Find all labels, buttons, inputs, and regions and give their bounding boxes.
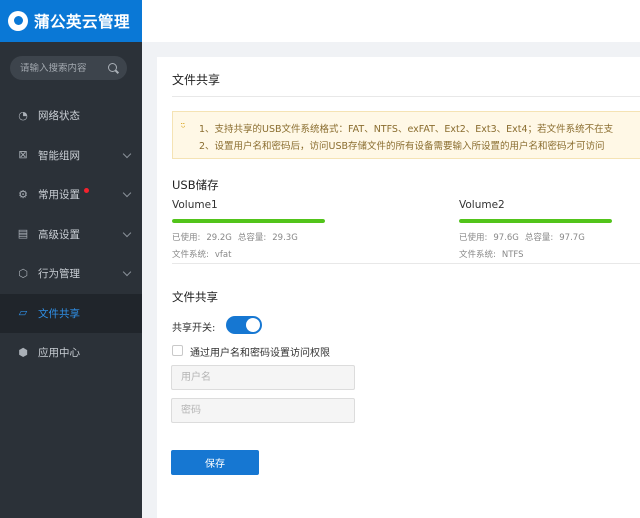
auth-checkbox-label[interactable]: 通过用户名和密码设置访问权限 <box>190 344 330 359</box>
document-icon: ▤ <box>17 227 29 241</box>
cube-icon: ⬢ <box>18 345 28 359</box>
gauge-icon: ◔ <box>18 108 28 122</box>
divider <box>172 96 640 97</box>
main-panel: 文件共享 ᵕ̈ 1、支持共享的USB文件系统格式：FAT、NTFS、exFAT、… <box>157 57 640 518</box>
notice-line-1: 1、支持共享的USB文件系统格式：FAT、NTFS、exFAT、Ext2、Ext… <box>199 124 614 135</box>
usage-bar <box>459 219 612 223</box>
sidebar-item-label: 智能组网 <box>38 149 80 162</box>
used-value: 97.6G <box>493 233 519 243</box>
brand-header: 蒲公英云管理 <box>0 0 142 42</box>
username-input[interactable] <box>171 365 355 390</box>
sidebar-item-network-status[interactable]: ◔ 网络状态 <box>0 96 142 136</box>
search-icon[interactable] <box>108 62 119 74</box>
total-label: 总容量: <box>237 233 267 243</box>
logo-icon <box>8 11 28 31</box>
volume-card: Volume1 已使用: 29.2G 总容量: 29.3G 文件系统: vfat <box>172 199 332 260</box>
volume-name: Volume1 <box>172 199 218 211</box>
password-input[interactable] <box>171 398 355 423</box>
notification-dot <box>84 188 89 193</box>
volume-card: Volume2 已使用: 97.6G 总容量: 97.7G 文件系统: NTFS <box>459 199 619 260</box>
toggle-knob <box>246 318 260 332</box>
save-button[interactable]: 保存 <box>171 450 259 475</box>
chevron-down-icon <box>122 188 132 198</box>
sidebar-item-file-sharing[interactable]: ▱ 文件共享 <box>0 293 142 333</box>
chevron-down-icon <box>122 267 132 277</box>
search-box <box>10 56 127 80</box>
notice-box: ᵕ̈ 1、支持共享的USB文件系统格式：FAT、NTFS、exFAT、Ext2、… <box>172 111 640 159</box>
share-toggle[interactable] <box>226 316 262 334</box>
fs-label: 文件系统: <box>459 250 496 260</box>
total-value: 29.3G <box>272 233 298 243</box>
sidebar-item-common-settings[interactable]: ⚙ 常用设置 <box>0 175 142 215</box>
sidebar-nav: ◔ 网络状态 ⊠ 智能组网 ⚙ 常用设置 ▤ 高级设置 ⬡ 行为管理 ▱ 文件共… <box>0 96 142 373</box>
smile-icon: ᵕ̈ <box>181 121 186 134</box>
volume-filesystem: 文件系统: NTFS <box>459 248 619 260</box>
volume-usage: 已使用: 97.6G 总容量: 97.7G <box>459 231 619 243</box>
sidebar-item-label: 应用中心 <box>38 347 80 360</box>
auth-checkbox[interactable] <box>172 345 183 356</box>
usage-bar <box>172 219 325 223</box>
sidebar-item-label: 高级设置 <box>38 228 80 241</box>
fs-value: vfat <box>214 250 232 260</box>
folder-icon: ▱ <box>18 306 28 320</box>
search-input[interactable] <box>20 62 108 74</box>
sidebar-item-behavior-management[interactable]: ⬡ 行为管理 <box>0 254 142 294</box>
sidebar-item-label: 常用设置 <box>38 189 80 202</box>
usb-storage-title: USB储存 <box>172 178 219 192</box>
brand-title: 蒲公英云管理 <box>34 13 131 31</box>
top-bar <box>142 0 640 42</box>
network-icon: ⊠ <box>18 148 28 162</box>
volume-usage: 已使用: 29.2G 总容量: 29.3G <box>172 231 332 243</box>
page-title: 文件共享 <box>172 73 221 87</box>
gear-icon: ⚙ <box>18 187 28 201</box>
divider <box>172 263 640 264</box>
volume-name: Volume2 <box>459 199 505 211</box>
sidebar-item-app-center[interactable]: ⬢ 应用中心 <box>0 333 142 373</box>
sidebar-item-label: 网络状态 <box>38 110 80 123</box>
sidebar-item-label: 行为管理 <box>38 268 80 281</box>
used-label: 已使用: <box>172 233 201 243</box>
usage-bar-fill <box>172 219 325 223</box>
total-value: 97.7G <box>559 233 585 243</box>
behavior-icon: ⬡ <box>18 266 28 280</box>
share-switch-label: 共享开关: <box>172 323 216 334</box>
sidebar-item-label: 文件共享 <box>38 307 80 320</box>
sidebar-item-advanced-settings[interactable]: ▤ 高级设置 <box>0 215 142 255</box>
total-label: 总容量: <box>524 233 554 243</box>
file-sharing-section-title: 文件共享 <box>172 290 218 304</box>
fs-label: 文件系统: <box>172 250 209 260</box>
used-value: 29.2G <box>206 233 232 243</box>
sidebar-item-smart-network[interactable]: ⊠ 智能组网 <box>0 136 142 176</box>
used-label: 已使用: <box>459 233 488 243</box>
usage-bar-fill <box>459 219 612 223</box>
sidebar: 蒲公英云管理 ◔ 网络状态 ⊠ 智能组网 ⚙ 常用设置 ▤ 高级设置 ⬡ 行为管… <box>0 0 142 518</box>
volume-filesystem: 文件系统: vfat <box>172 248 332 260</box>
notice-line-2: 2、设置用户名和密码后，访问USB存储文件的所有设备需要输入所设置的用户名和密码… <box>199 141 605 152</box>
chevron-down-icon <box>122 149 132 158</box>
chevron-down-icon <box>122 228 132 237</box>
fs-value: NTFS <box>501 250 524 260</box>
